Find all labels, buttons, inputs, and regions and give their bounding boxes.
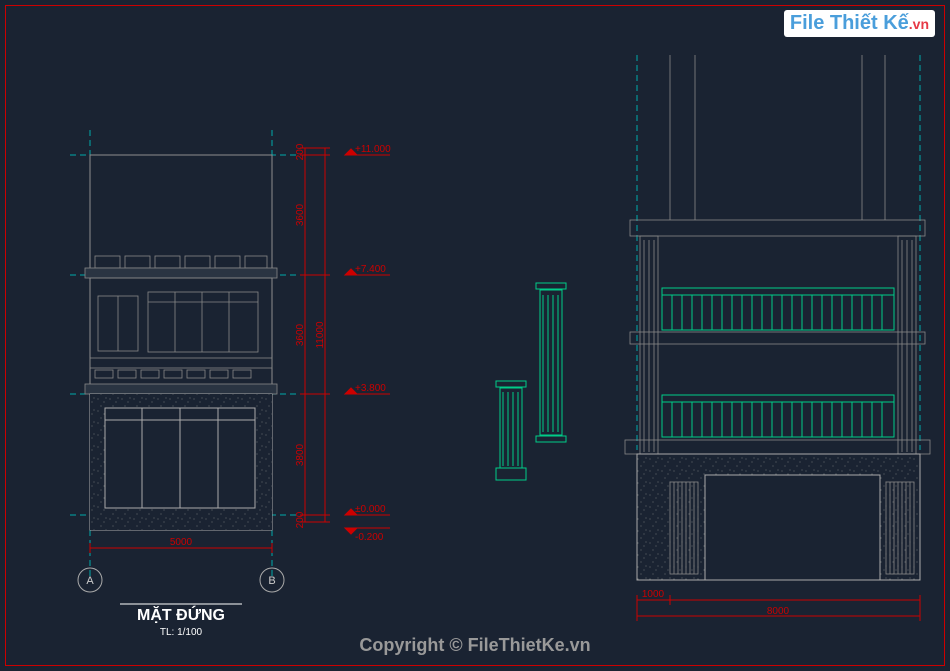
axis-b: B [268, 575, 275, 587]
dim-8000: 8000 [767, 606, 790, 617]
dim-5000: 5000 [170, 537, 193, 548]
elev-74: +7.400 [355, 264, 386, 275]
elev-38: +3.800 [355, 383, 386, 394]
drawing-scale: TL: 1/100 [160, 627, 203, 638]
cad-drawing: 5000 A B 200 3600 3600 3800 200 11000 +1… [0, 0, 950, 671]
elev-0: ±0.000 [355, 504, 386, 515]
dim-200-top: 200 [295, 143, 306, 160]
watermark-brand: File Thiết Kế [790, 12, 909, 34]
dim-1000: 1000 [642, 589, 665, 600]
watermark-suffix: .vn [909, 16, 929, 32]
drawing-title: MẶT ĐỨNG [137, 605, 225, 624]
dim-3600-a: 3600 [295, 203, 306, 226]
column-details [496, 283, 566, 480]
dim-11000: 11000 [315, 321, 326, 349]
left-elevation: 5000 A B 200 3600 3600 3800 200 11000 +1… [70, 130, 391, 638]
right-elevation: 1000 8000 [625, 55, 930, 621]
elev-markers: +11.000 +7.400 +3.800 ±0.000 -0.200 [345, 144, 391, 543]
dim-200-bot: 200 [295, 511, 306, 528]
elev-n02: -0.200 [355, 532, 384, 543]
copyright-text: Copyright © FileThietKe.vn [359, 635, 590, 656]
watermark-logo: File Thiết Kế.vn [784, 10, 935, 37]
dim-3600-b: 3600 [295, 323, 306, 346]
axis-a: A [86, 575, 94, 587]
dim-3800: 3800 [295, 443, 306, 466]
elev-11: +11.000 [355, 144, 391, 155]
